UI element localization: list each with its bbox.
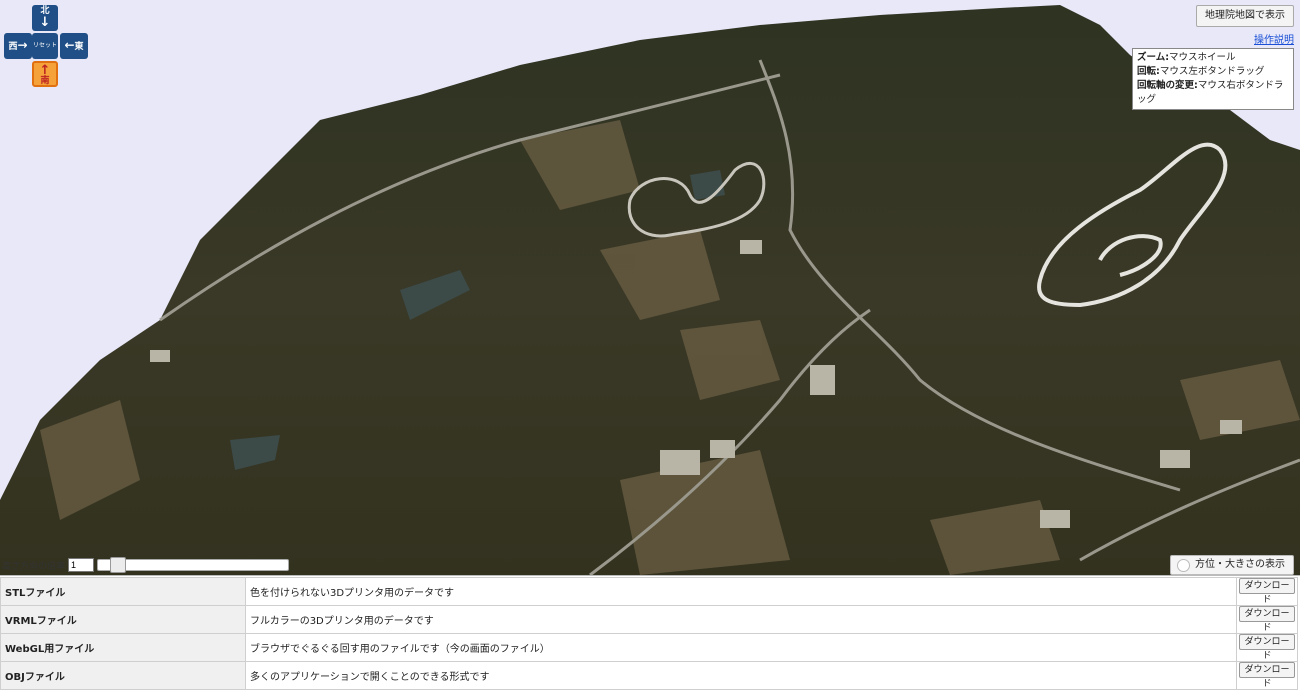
help-panel: ズーム:マウスホイール 回転:マウス左ボタンドラッグ 回転軸の変更:マウス右ボタ…	[1132, 48, 1294, 110]
table-row: WebGL用ファイル ブラウザでぐるぐる回す用のファイルです（今の画面のファイル…	[0, 633, 1298, 662]
help-link[interactable]: 操作説明	[1254, 31, 1294, 46]
file-description: 色を付けられない3Dプリンタ用のデータです	[245, 577, 1237, 606]
height-scale-input[interactable]	[68, 558, 95, 572]
file-type: VRMLファイル	[0, 605, 246, 634]
rotate-west-button[interactable]: 西→	[4, 33, 32, 59]
file-description: ブラウザでぐるぐる回す用のファイルです（今の画面のファイル）	[245, 633, 1237, 662]
3d-map-viewport[interactable]: 北 ↓ 西→ リセット ←東 ↑ 南 地理院地図で表示 操作説明 ズーム:マウス…	[0, 0, 1300, 576]
arrow-left-icon: ←	[64, 38, 75, 52]
arrow-down-icon: ↓	[39, 15, 51, 30]
slider-thumb[interactable]	[110, 557, 127, 573]
arrow-right-icon: →	[17, 38, 28, 52]
height-scale-slider[interactable]	[97, 557, 290, 573]
radio-icon	[1177, 559, 1190, 572]
table-row: VRMLファイル フルカラーの3Dプリンタ用のデータです ダウンロード	[0, 605, 1298, 634]
show-compass-button[interactable]: 方位・大きさの表示	[1170, 555, 1294, 575]
file-type: STLファイル	[0, 577, 246, 606]
action-cell: ダウンロード	[1236, 605, 1298, 634]
download-button[interactable]: ダウンロード	[1239, 662, 1295, 689]
rotate-north-button[interactable]: 北 ↓	[32, 5, 58, 31]
help-value: マウス左ボタンドラッグ	[1159, 66, 1265, 77]
terrain-3d-render[interactable]	[0, 0, 1300, 575]
file-type: OBJファイル	[0, 661, 246, 690]
help-row-axis: 回転軸の変更:マウス右ボタンドラッグ	[1137, 79, 1289, 107]
action-cell: ダウンロード	[1236, 661, 1298, 690]
open-gsi-map-button[interactable]: 地理院地図で表示	[1196, 5, 1294, 27]
help-row-zoom: ズーム:マウスホイール	[1137, 51, 1289, 65]
action-cell: ダウンロード	[1236, 633, 1298, 662]
help-key: 回転:	[1137, 66, 1160, 77]
help-value: マウスホイール	[1169, 52, 1236, 63]
file-description: フルカラーの3Dプリンタ用のデータです	[245, 605, 1237, 634]
rotate-south-button[interactable]: ↑ 南	[32, 61, 58, 87]
height-scale-control: 高さ方向の倍率	[2, 557, 290, 573]
compass-button-label: 方位・大きさの表示	[1195, 559, 1285, 570]
table-row: OBJファイル 多くのアプリケーションで開くことのできる形式です ダウンロード	[0, 661, 1298, 690]
table-row: STLファイル 色を付けられない3Dプリンタ用のデータです ダウンロード	[0, 577, 1298, 606]
action-cell: ダウンロード	[1236, 577, 1298, 606]
download-button[interactable]: ダウンロード	[1239, 606, 1295, 633]
file-type: WebGL用ファイル	[0, 633, 246, 662]
download-table: STLファイル 色を付けられない3Dプリンタ用のデータです ダウンロード VRM…	[0, 577, 1298, 690]
file-description: 多くのアプリケーションで開くことのできる形式です	[245, 661, 1237, 690]
east-label: 東	[74, 42, 84, 52]
help-key: 回転軸の変更:	[1137, 80, 1198, 91]
download-button[interactable]: ダウンロード	[1239, 634, 1295, 661]
south-label: 南	[40, 76, 50, 86]
reset-view-button[interactable]: リセット	[32, 33, 58, 59]
download-button[interactable]: ダウンロード	[1239, 578, 1295, 605]
help-key: ズーム:	[1137, 52, 1170, 63]
help-row-rotate: 回転:マウス左ボタンドラッグ	[1137, 65, 1289, 79]
height-scale-label: 高さ方向の倍率	[2, 561, 66, 572]
rotate-east-button[interactable]: ←東	[60, 33, 88, 59]
